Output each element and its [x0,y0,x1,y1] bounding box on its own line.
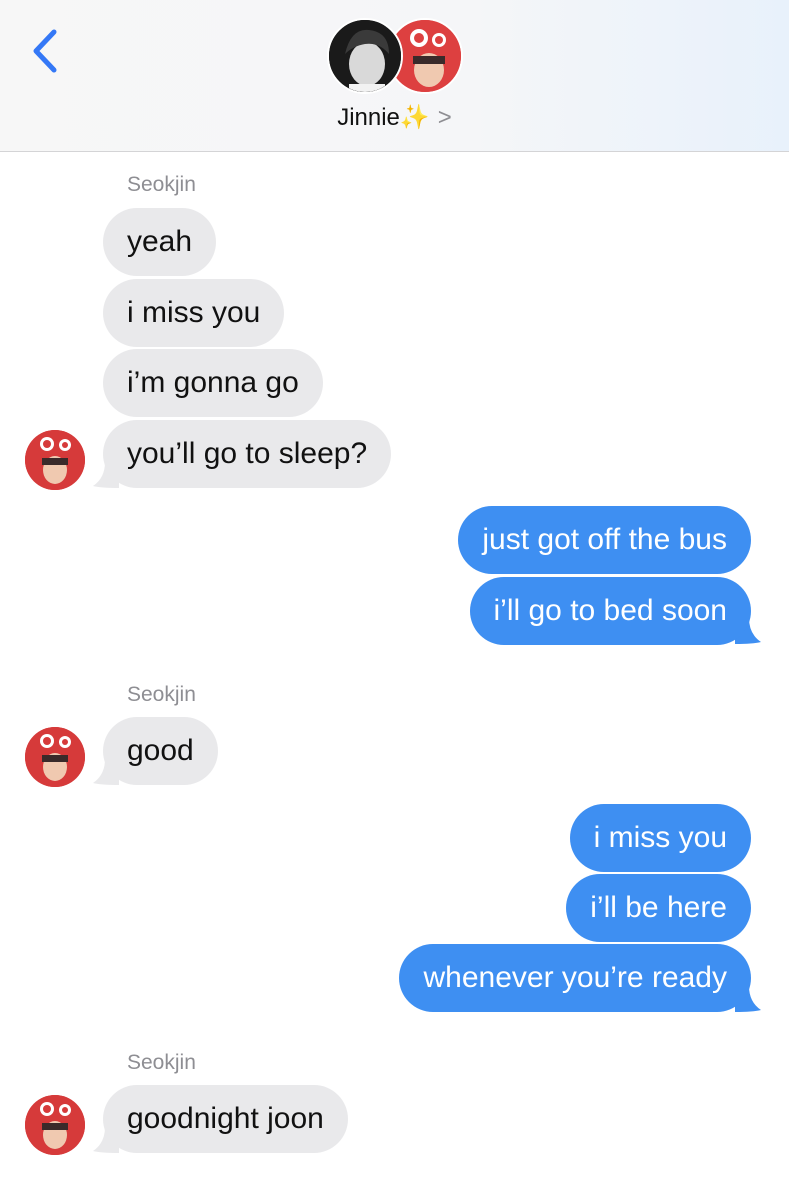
outgoing-message-bubble[interactable]: just got off the bus [458,506,751,574]
back-button[interactable] [28,26,68,76]
sender-label: Seokjin [127,1051,196,1074]
sender-label: Seokjin [127,683,196,706]
outgoing-message-bubble[interactable]: whenever you’re ready [399,944,751,1012]
outgoing-message-bubble[interactable]: i’ll be here [566,874,751,942]
outgoing-message-bubble[interactable]: i miss you [569,804,751,872]
incoming-message-bubble[interactable]: good [103,717,218,785]
sender-avatar[interactable] [25,1095,85,1155]
chevron-right-icon: > [437,104,452,131]
sender-avatar[interactable] [25,727,85,787]
chevron-left-icon [33,29,57,73]
incoming-message-bubble[interactable]: yeah [103,208,217,276]
incoming-message-bubble[interactable]: i miss you [103,279,285,347]
contact-name: Jinnie✨ [337,104,430,131]
sender-avatar[interactable] [25,430,85,490]
incoming-message-bubble[interactable]: i’m gonna go [103,349,323,417]
contact-name-row[interactable]: Jinnie✨ > [0,103,789,132]
incoming-message-bubble[interactable]: goodnight joon [103,1085,348,1153]
incoming-message-bubble[interactable]: you’ll go to sleep? [103,420,392,488]
conversation-header: Jinnie✨ > [0,0,789,152]
avatar [327,18,403,94]
sender-label: Seokjin [127,173,196,196]
group-avatars[interactable] [327,18,467,98]
outgoing-message-bubble[interactable]: i’ll go to bed soon [469,577,751,645]
